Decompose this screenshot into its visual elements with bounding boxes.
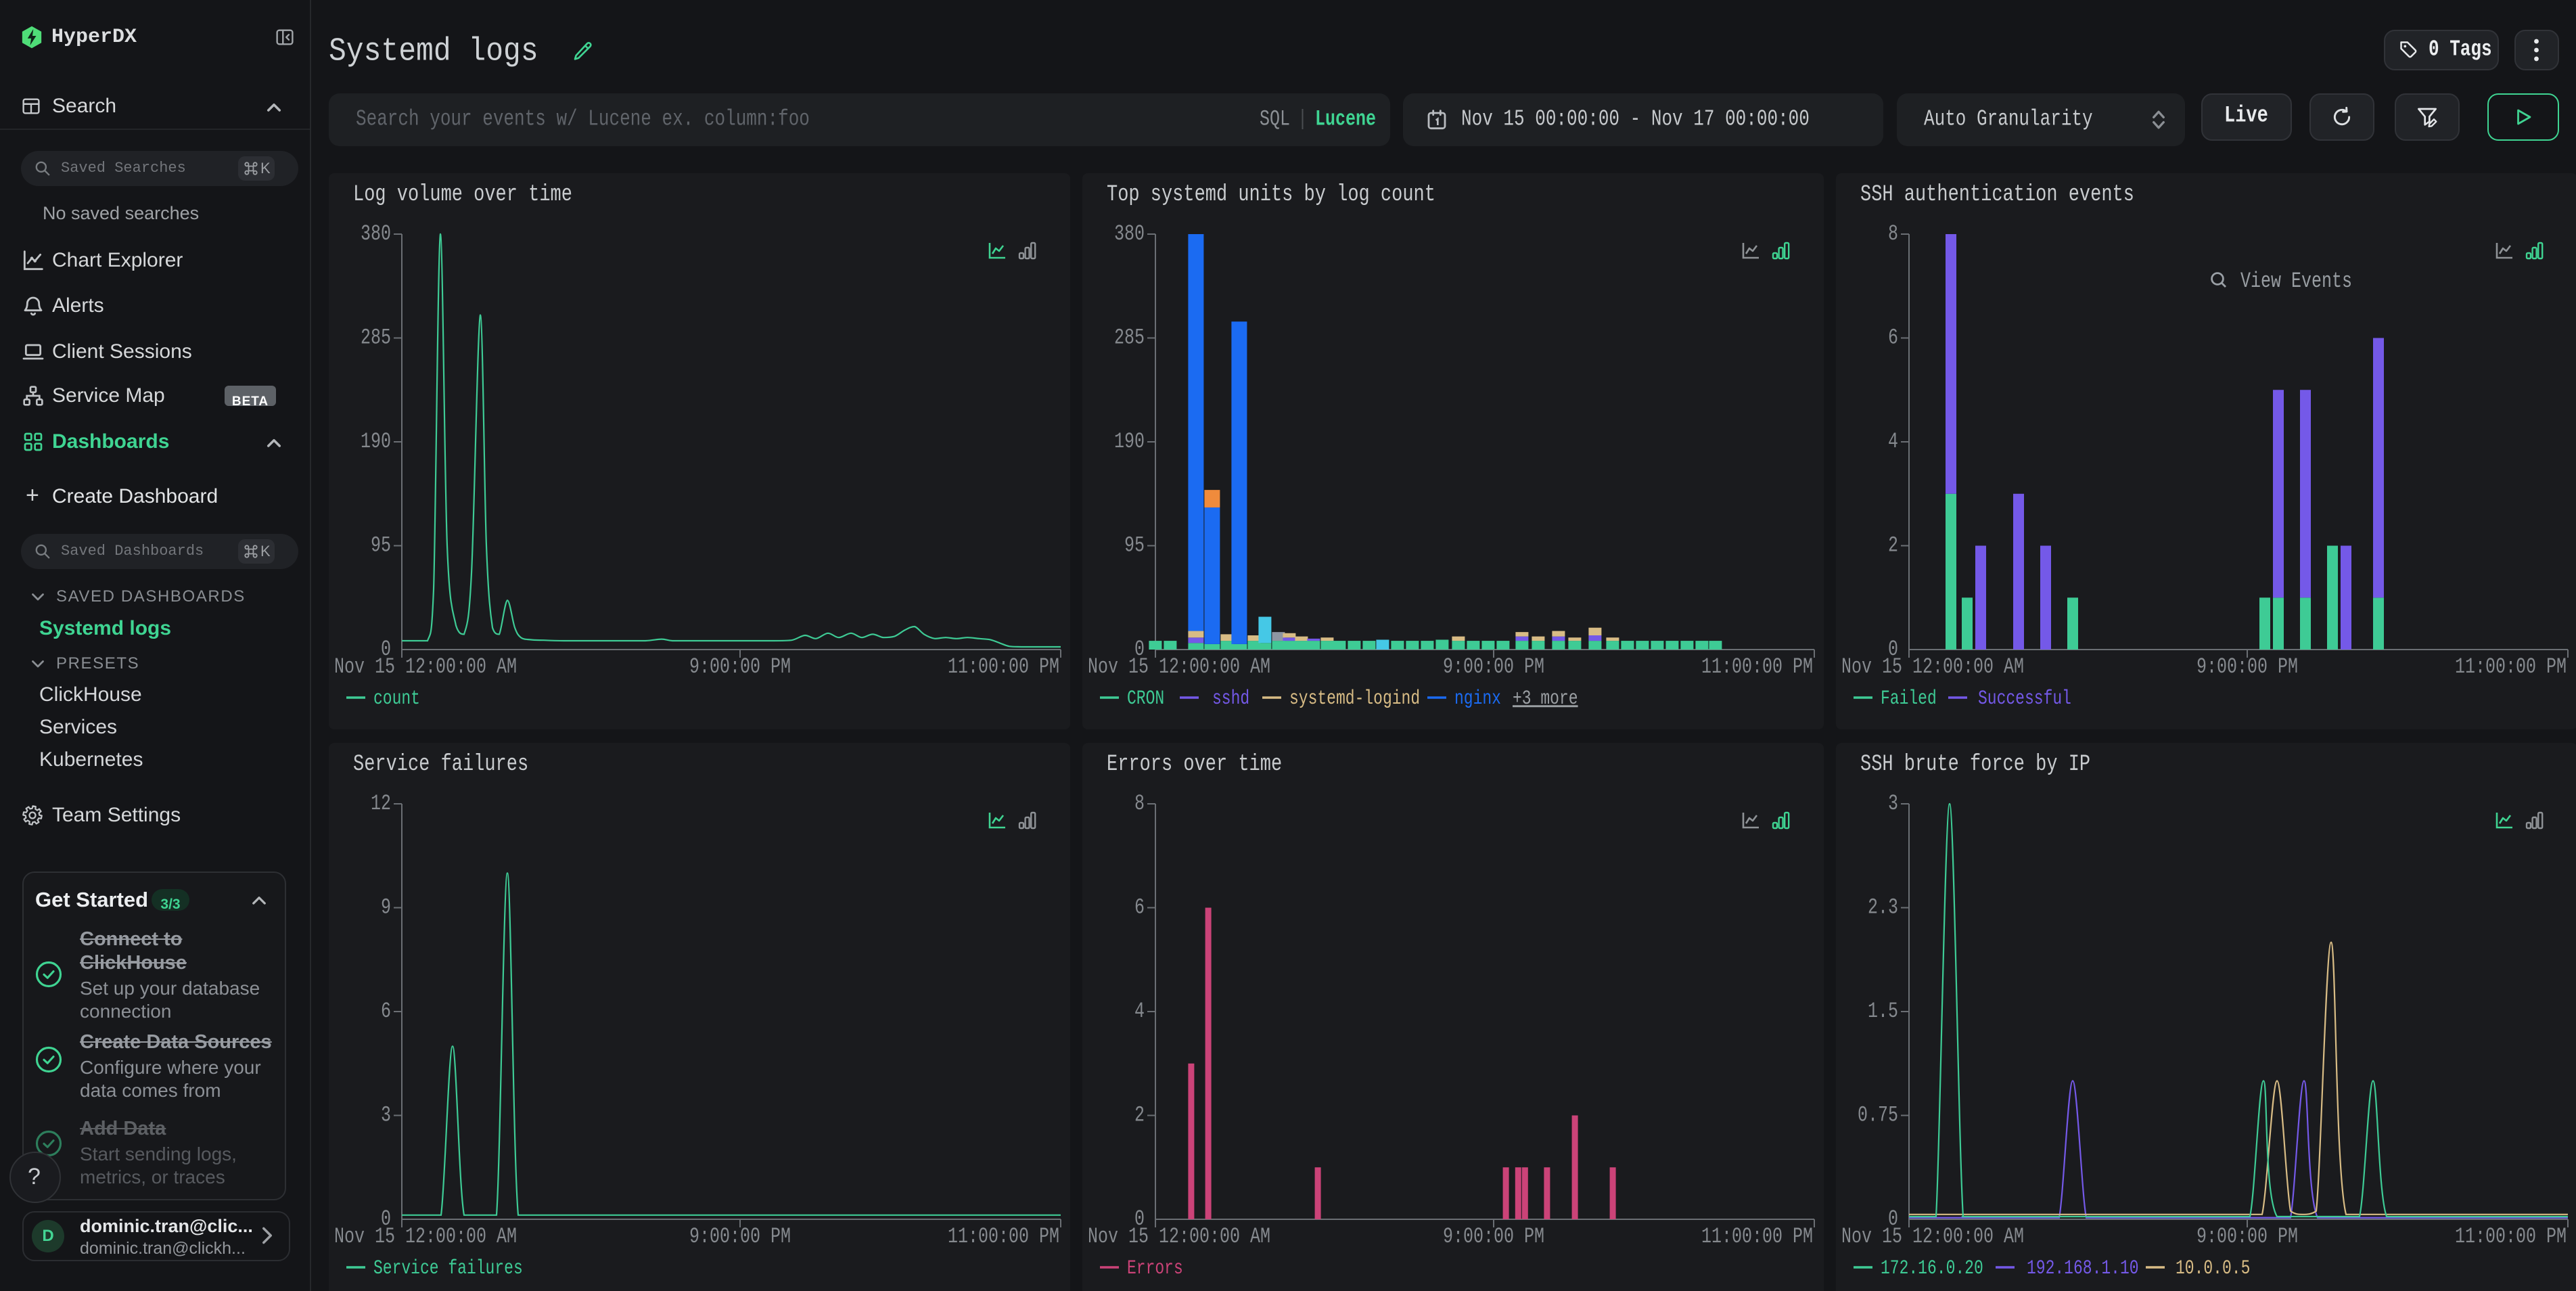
- svg-text:190: 190: [1114, 429, 1145, 454]
- svg-text:380: 380: [1114, 221, 1145, 246]
- svg-text:95: 95: [371, 533, 391, 558]
- svg-text:Service failures: Service failures: [373, 1256, 523, 1279]
- svg-text:9:00:00 PM: 9:00:00 PM: [2196, 1224, 2298, 1249]
- svg-text:11:00:00 PM: 11:00:00 PM: [1701, 654, 1813, 679]
- svg-text:12: 12: [371, 791, 391, 816]
- svg-text:11:00:00 PM: 11:00:00 PM: [948, 1224, 1059, 1249]
- svg-text:9:00:00 PM: 9:00:00 PM: [2196, 654, 2298, 679]
- svg-text:2: 2: [1134, 1103, 1145, 1128]
- svg-text:9: 9: [381, 895, 391, 920]
- svg-text:systemd-logind: systemd-logind: [1289, 687, 1420, 709]
- svg-text:Nov 15 12:00:00 AM: Nov 15 12:00:00 AM: [334, 654, 517, 679]
- svg-text:Errors: Errors: [1127, 1256, 1183, 1279]
- svg-text:2: 2: [1888, 533, 1898, 558]
- svg-text:6: 6: [381, 999, 391, 1024]
- svg-text:SSH authentication events: SSH authentication events: [1860, 181, 2134, 208]
- svg-text:9:00:00 PM: 9:00:00 PM: [1443, 1224, 1544, 1249]
- svg-text:CRON: CRON: [1127, 687, 1164, 709]
- svg-text:6: 6: [1134, 895, 1145, 920]
- svg-text:Service failures: Service failures: [353, 751, 528, 777]
- svg-text:285: 285: [1114, 325, 1145, 350]
- svg-text:4: 4: [1888, 429, 1898, 454]
- svg-text:9:00:00 PM: 9:00:00 PM: [689, 654, 791, 679]
- svg-text:285: 285: [361, 325, 391, 350]
- svg-text:3: 3: [1888, 791, 1898, 816]
- svg-text:count: count: [373, 687, 420, 709]
- svg-text:11:00:00 PM: 11:00:00 PM: [948, 654, 1059, 679]
- svg-text:172.16.0.20: 172.16.0.20: [1881, 1256, 1983, 1279]
- svg-text:9:00:00 PM: 9:00:00 PM: [689, 1224, 791, 1249]
- svg-text:Nov 15 12:00:00 AM: Nov 15 12:00:00 AM: [334, 1224, 517, 1249]
- svg-text:6: 6: [1888, 325, 1898, 350]
- svg-text:380: 380: [361, 221, 391, 246]
- svg-text:10.0.0.5: 10.0.0.5: [2176, 1256, 2250, 1279]
- svg-text:2.3: 2.3: [1868, 895, 1898, 920]
- svg-text:Failed: Failed: [1881, 687, 1937, 709]
- svg-text:Log volume over time: Log volume over time: [353, 181, 572, 208]
- svg-text:Errors over time: Errors over time: [1107, 751, 1282, 777]
- svg-text:8: 8: [1888, 221, 1898, 246]
- svg-text:192.168.1.10: 192.168.1.10: [2027, 1256, 2139, 1279]
- svg-text:nginx: nginx: [1454, 687, 1501, 709]
- svg-text:9:00:00 PM: 9:00:00 PM: [1443, 654, 1544, 679]
- svg-text:SSH brute force by IP: SSH brute force by IP: [1860, 751, 2090, 777]
- svg-text:Top systemd units by log count: Top systemd units by log count: [1107, 181, 1435, 208]
- svg-text:View Events: View Events: [2240, 269, 2352, 294]
- svg-text:Nov 15 12:00:00 AM: Nov 15 12:00:00 AM: [1841, 1224, 2024, 1249]
- svg-text:Nov 15 12:00:00 AM: Nov 15 12:00:00 AM: [1088, 654, 1270, 679]
- svg-text:Nov 15 12:00:00 AM: Nov 15 12:00:00 AM: [1088, 1224, 1270, 1249]
- svg-text:11:00:00 PM: 11:00:00 PM: [2455, 1224, 2567, 1249]
- svg-text:11:00:00 PM: 11:00:00 PM: [2455, 654, 2567, 679]
- svg-text:+3 more: +3 more: [1513, 687, 1578, 709]
- svg-text:4: 4: [1134, 999, 1145, 1024]
- svg-text:Successful: Successful: [1978, 687, 2071, 709]
- svg-text:1.5: 1.5: [1868, 999, 1898, 1024]
- svg-text:Nov 15 12:00:00 AM: Nov 15 12:00:00 AM: [1841, 654, 2024, 679]
- svg-text:190: 190: [361, 429, 391, 454]
- svg-text:3: 3: [381, 1103, 391, 1128]
- svg-text:95: 95: [1124, 533, 1145, 558]
- svg-text:sshd: sshd: [1212, 687, 1249, 709]
- svg-text:11:00:00 PM: 11:00:00 PM: [1701, 1224, 1813, 1249]
- svg-text:0.75: 0.75: [1858, 1103, 1898, 1128]
- svg-text:8: 8: [1134, 791, 1145, 816]
